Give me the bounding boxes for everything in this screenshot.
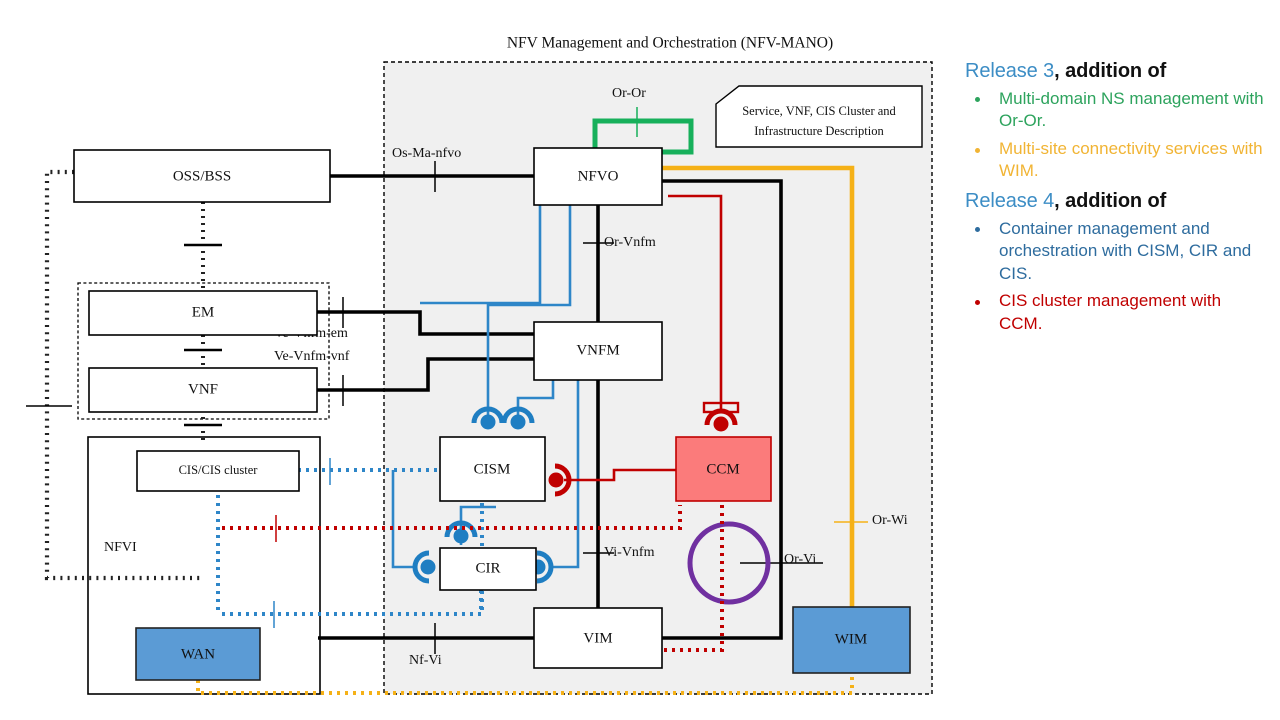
description-note-line1: Service, VNF, CIS Cluster and [742, 104, 896, 118]
box-wan-label: WAN [181, 646, 215, 662]
box-vnfm-label: VNFM [576, 342, 619, 358]
bullet-dot-icon [975, 227, 980, 233]
bullet-dot-icon [975, 300, 980, 306]
description-note-line2: Infrastructure Description [754, 124, 884, 138]
release-3-items: Multi-domain NS management with Or-Or. M… [965, 88, 1265, 183]
list-item: Container management and orchestration w… [965, 218, 1265, 286]
nfv-mano-diagram-page: NFV Management and Orchestration (NFV-MA… [0, 0, 1280, 720]
box-cis-cluster-label: CIS/CIS cluster [179, 463, 259, 477]
release-4-name: Release 4 [965, 190, 1055, 213]
box-cism[interactable]: CISM [439, 436, 546, 502]
vi-vnfm-label: Vi-Vnfm [604, 545, 655, 560]
box-ccm-label: CCM [706, 461, 739, 477]
box-cis-cluster[interactable]: CIS/CIS cluster [136, 450, 300, 492]
box-oss-bss-label: OSS/BSS [173, 168, 231, 184]
list-item: Multi-site connectivity services with WI… [965, 138, 1265, 183]
box-wan[interactable]: WAN [135, 627, 261, 681]
box-cir-label: CIR [475, 560, 500, 576]
box-nfvo-label: NFVO [578, 168, 619, 184]
release-legend: Release 3, addition of Multi-domain NS m… [965, 58, 1265, 341]
box-wim[interactable]: WIM [792, 606, 911, 674]
box-cir[interactable]: CIR [439, 547, 537, 591]
or-or-label: Or-Or [612, 86, 646, 101]
box-vim-label: VIM [583, 630, 612, 646]
nf-vi-label: Nf-Vi [409, 653, 442, 668]
box-em-label: EM [192, 304, 215, 320]
box-nfvo[interactable]: NFVO [533, 147, 663, 206]
os-ma-nfvo-label: Os-Ma-nfvo [392, 146, 461, 161]
release-3-name: Release 3 [965, 60, 1055, 82]
release-4-heading: Release 4, addition of [965, 188, 1265, 216]
bullet-dot-icon [975, 147, 980, 153]
release-3-item-0-text: Multi-domain NS management with Or-Or. [999, 88, 1264, 131]
or-vnfm-label: Or-Vnfm [604, 235, 656, 250]
box-wim-label: WIM [835, 631, 868, 647]
ve-vnfm-vnf-label: Ve-Vnfm-vnf [274, 349, 350, 364]
box-oss-bss[interactable]: OSS/BSS [73, 149, 331, 203]
box-vnfm[interactable]: VNFM [533, 321, 663, 381]
box-em[interactable]: EM [88, 290, 318, 336]
list-item: CIS cluster management with CCM. [965, 290, 1265, 335]
release-4-items: Container management and orchestration w… [965, 218, 1265, 336]
release-3-heading: Release 3, addition of [965, 58, 1265, 86]
release-3-suffix: , addition of [1054, 60, 1167, 82]
release-3-item-1-text: Multi-site connectivity services with WI… [999, 138, 1263, 181]
description-note: Service, VNF, CIS Cluster and Infrastruc… [715, 85, 923, 148]
box-vnf[interactable]: VNF [88, 367, 318, 413]
release-4-item-1-text: CIS cluster management with CCM. [999, 291, 1222, 334]
box-ccm[interactable]: CCM [675, 436, 772, 502]
box-vim[interactable]: VIM [533, 607, 663, 669]
or-wi-label: Or-Wi [872, 513, 908, 528]
bullet-dot-icon [975, 97, 980, 103]
nfvi-label: NFVI [104, 540, 137, 555]
diagram-title: NFV Management and Orchestration (NFV-MA… [507, 35, 833, 52]
box-vnf-label: VNF [188, 381, 218, 397]
list-item: Multi-domain NS management with Or-Or. [965, 88, 1265, 133]
release-4-item-0-text: Container management and orchestration w… [999, 218, 1252, 283]
box-cism-label: CISM [474, 461, 511, 477]
release-4-suffix: , addition of [1054, 190, 1167, 213]
or-vi-label: Or-Vi [784, 552, 816, 567]
